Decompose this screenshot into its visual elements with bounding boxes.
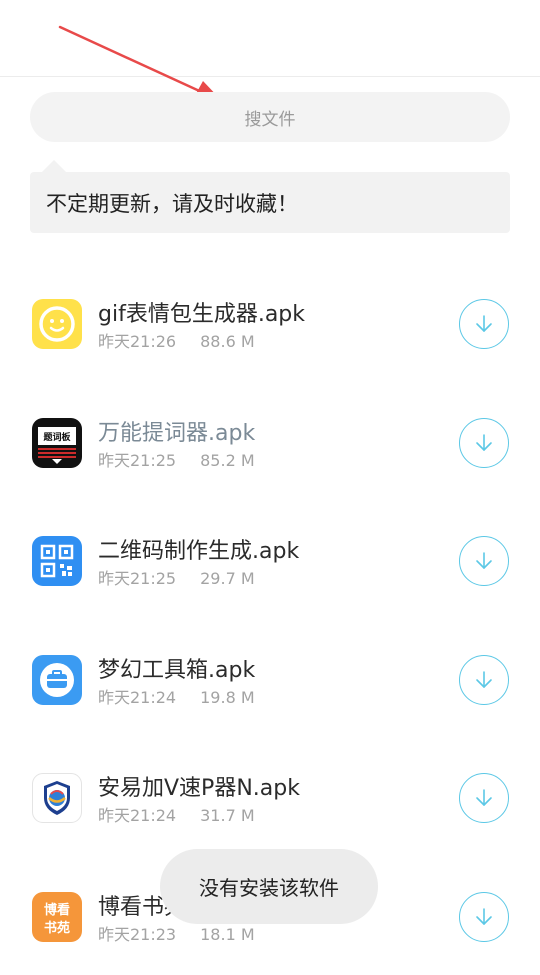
download-arrow-icon [473,906,495,928]
qr-code-icon [32,536,82,586]
file-name: 二维码制作生成.apk [98,533,299,565]
file-time: 昨天21:24 [98,806,176,825]
teleprompter-icon: 题词板 [32,418,82,468]
file-name: 万能提词器.apk [98,415,255,447]
download-button[interactable] [459,536,509,586]
list-item[interactable]: 题词板 万能提词器.apk 昨天21:25 85.2 M [0,383,540,502]
notice-banner: 不定期更新，请及时收藏！ [30,172,510,233]
file-meta: 昨天21:26 88.6 M [98,328,255,352]
file-name: gif表情包生成器.apk [98,296,305,328]
file-size: 18.1 M [200,925,255,944]
file-meta: 昨天21:24 31.7 M [98,802,255,826]
file-time: 昨天21:24 [98,688,176,707]
search-input[interactable]: 搜文件 [30,92,510,142]
file-meta: 昨天21:25 29.7 M [98,565,255,589]
download-arrow-icon [473,550,495,572]
bookan-icon-line2: 书苑 [44,920,70,936]
file-name: 梦幻工具箱.apk [98,652,255,684]
download-arrow-icon [473,787,495,809]
download-arrow-icon [473,432,495,454]
file-meta: 昨天21:24 19.8 M [98,684,255,708]
search-placeholder: 搜文件 [245,105,296,130]
file-size: 88.6 M [200,332,255,351]
list-item[interactable]: 安易加V速P器N.apk 昨天21:24 31.7 M [0,738,540,857]
notice-pointer [42,160,66,172]
file-time: 昨天21:25 [98,451,176,470]
download-button[interactable] [459,892,509,942]
file-size: 85.2 M [200,451,255,470]
list-item[interactable]: 二维码制作生成.apk 昨天21:25 29.7 M [0,501,540,620]
file-meta: 昨天21:23 18.1 M [98,921,255,945]
list-item[interactable]: 梦幻工具箱.apk 昨天21:24 19.8 M [0,620,540,739]
shield-globe-icon [32,773,82,823]
download-arrow-icon [473,669,495,691]
file-size: 29.7 M [200,569,255,588]
download-button[interactable] [459,655,509,705]
download-button[interactable] [459,299,509,349]
bookan-icon: 博看 书苑 [32,892,82,942]
bookan-icon-line1: 博看 [44,902,70,918]
download-button[interactable] [459,418,509,468]
file-time: 昨天21:25 [98,569,176,588]
toast-text: 没有安装该软件 [199,872,339,901]
file-size: 31.7 M [200,806,255,825]
toast-message: 没有安装该软件 [160,849,378,924]
download-button[interactable] [459,773,509,823]
file-time: 昨天21:23 [98,925,176,944]
smiley-face-icon [32,299,82,349]
notice-text: 不定期更新，请及时收藏！ [46,188,298,218]
file-size: 19.8 M [200,688,255,707]
teleprompter-label: 题词板 [42,431,71,443]
file-meta: 昨天21:25 85.2 M [98,447,255,471]
list-item[interactable]: gif表情包生成器.apk 昨天21:26 88.6 M [0,264,540,383]
file-time: 昨天21:26 [98,332,176,351]
download-arrow-icon [473,313,495,335]
file-name: 安易加V速P器N.apk [98,770,300,802]
toolbox-icon [32,655,82,705]
